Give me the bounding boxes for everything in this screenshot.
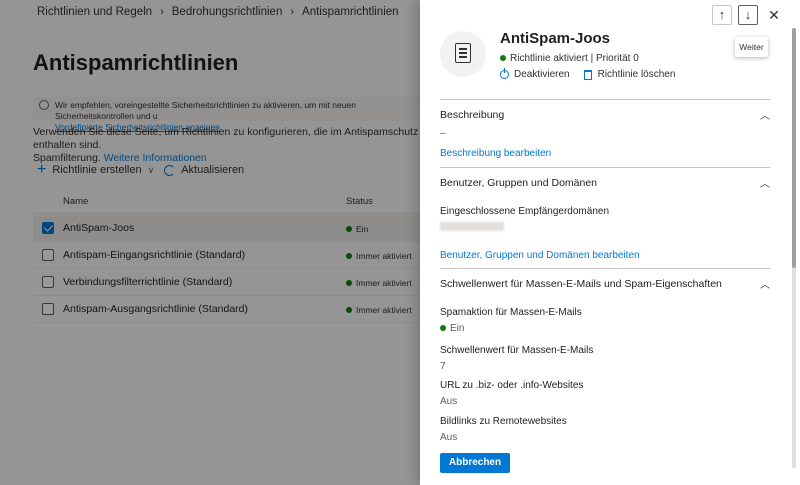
field-label: Spamaktion für Massen-E-Mails [440, 307, 582, 318]
section-header-users[interactable]: Benutzer, Gruppen und Domänen ︿ [440, 175, 770, 190]
policy-details-panel: ↑ ↓ ✕ Weiter AntiSpam-Joos Richtlinie ak… [420, 0, 800, 485]
scrollbar-thumb[interactable] [792, 28, 796, 268]
policy-status-text: Richtlinie aktiviert | Priorität 0 [510, 53, 639, 64]
panel-title: AntiSpam-Joos [500, 30, 611, 47]
arrow-down-icon: ↓ [744, 7, 752, 22]
document-icon [455, 43, 471, 63]
field-label: Schwellenwert für Massen-E-Mails [440, 345, 594, 356]
included-domains-label: Eingeschlossene Empfängerdomänen [440, 206, 609, 217]
close-button[interactable]: ✕ [764, 5, 784, 25]
edit-description-link[interactable]: Beschreibung bearbeiten [440, 148, 551, 159]
cancel-button[interactable]: Abbrechen [440, 453, 510, 473]
chevron-up-icon[interactable]: ︿ [760, 276, 770, 291]
section-header-description[interactable]: Beschreibung ︿ [440, 107, 770, 122]
panel-scrollbar[interactable] [792, 28, 796, 468]
power-icon [500, 68, 509, 79]
divider [440, 167, 770, 168]
delete-policy-label: Richtlinie löschen [597, 69, 676, 80]
divider [440, 99, 770, 100]
arrow-up-icon: ↑ [718, 7, 726, 22]
close-icon: ✕ [768, 7, 780, 23]
field-value-text: Ein [450, 323, 465, 334]
field-value: Ein [440, 323, 464, 334]
deactivate-button[interactable]: Deaktivieren [500, 68, 570, 80]
field-value: 7 [440, 361, 446, 372]
deactivate-label: Deaktivieren [514, 69, 570, 80]
edit-users-link[interactable]: Benutzer, Gruppen und Domänen bearbeiten [440, 250, 640, 261]
policy-status-line: Richtlinie aktiviert | Priorität 0 [500, 53, 639, 64]
section-title: Schwellenwert für Massen-E-Mails und Spa… [440, 278, 722, 290]
trash-icon [583, 69, 592, 80]
chevron-up-icon[interactable]: ︿ [760, 175, 770, 190]
field-label: URL zu .biz- oder .info-Websites [440, 380, 584, 391]
chevron-up-icon[interactable]: ︿ [760, 107, 770, 122]
modal-overlay[interactable] [0, 0, 420, 485]
description-value: – [440, 128, 446, 139]
delete-policy-button[interactable]: Richtlinie löschen [583, 69, 676, 80]
status-dot-icon [440, 325, 446, 331]
panel-actions: Deaktivieren Richtlinie löschen [500, 68, 676, 80]
policy-avatar [440, 31, 486, 77]
next-tooltip: Weiter [735, 37, 768, 57]
next-item-button[interactable]: ↓ [738, 5, 758, 25]
section-title: Benutzer, Gruppen und Domänen [440, 177, 598, 189]
field-label: Bildlinks zu Remotewebsites [440, 416, 567, 427]
previous-item-button[interactable]: ↑ [712, 5, 732, 25]
status-dot-icon [500, 55, 506, 61]
section-header-threshold[interactable]: Schwellenwert für Massen-E-Mails und Spa… [440, 276, 770, 291]
divider [440, 268, 770, 269]
section-title: Beschreibung [440, 109, 505, 121]
field-value: Aus [440, 432, 458, 443]
field-value: Aus [440, 396, 458, 407]
redacted-domain-value [440, 222, 504, 231]
